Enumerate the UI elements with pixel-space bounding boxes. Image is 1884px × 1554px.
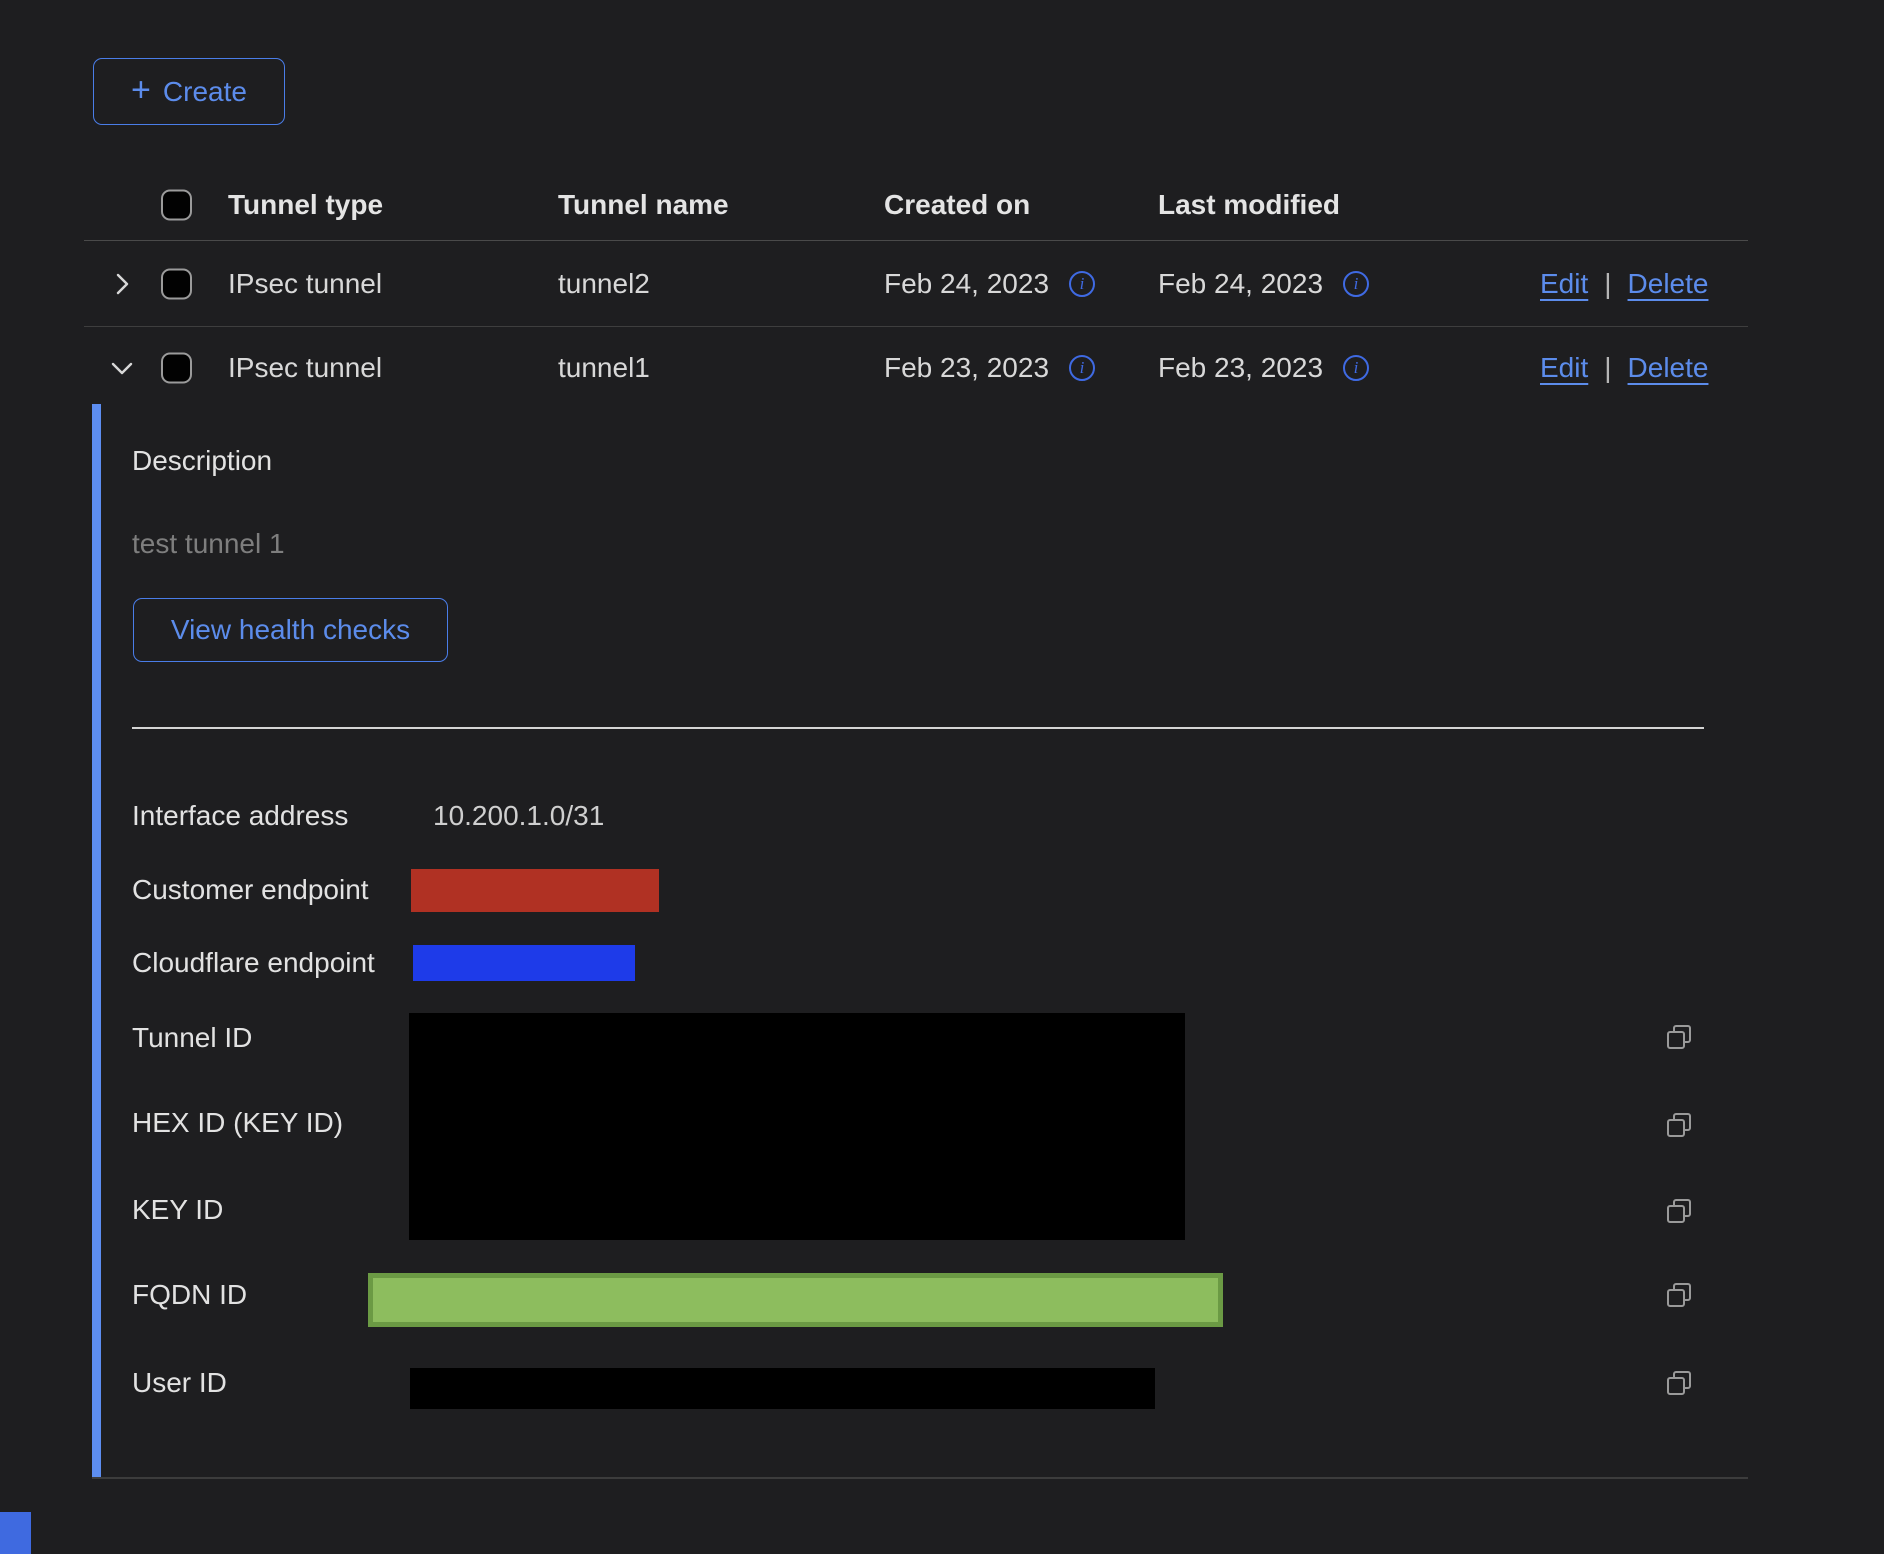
tunnel-name-cell: tunnel1	[558, 352, 650, 384]
select-all-checkbox[interactable]	[161, 190, 192, 221]
bottom-left-accent-bar	[0, 1512, 31, 1554]
edit-link[interactable]: Edit	[1540, 352, 1588, 384]
select-row-checkbox[interactable]	[161, 268, 192, 299]
tunnel-id-label: Tunnel ID	[132, 1021, 252, 1055]
info-icon[interactable]: i	[1343, 355, 1369, 381]
table-row: IPsec tunnel tunnel2 Feb 24, 2023 i Feb …	[84, 241, 1748, 327]
tunnel-name-cell: tunnel2	[558, 268, 650, 300]
expand-chevron-right-icon[interactable]	[108, 270, 136, 298]
edit-link[interactable]: Edit	[1540, 268, 1588, 300]
copy-icon[interactable]	[1664, 1368, 1696, 1400]
create-button[interactable]: + Create	[93, 58, 285, 125]
interface-address-value: 10.200.1.0/31	[433, 799, 604, 833]
cloudflare-endpoint-label: Cloudflare endpoint	[132, 946, 375, 980]
view-health-checks-button[interactable]: View health checks	[133, 598, 448, 662]
customer-endpoint-redacted-value	[411, 869, 659, 912]
created-on-cell: Feb 23, 2023	[884, 352, 1049, 384]
header-tunnel-name: Tunnel name	[558, 189, 729, 221]
delete-link[interactable]: Delete	[1628, 352, 1709, 384]
plus-icon: +	[131, 73, 151, 107]
customer-endpoint-label: Customer endpoint	[132, 873, 369, 907]
delete-link[interactable]: Delete	[1628, 268, 1709, 300]
action-separator: |	[1604, 268, 1611, 300]
action-separator: |	[1604, 352, 1611, 384]
header-created-on: Created on	[884, 189, 1030, 221]
copy-icon[interactable]	[1664, 1280, 1696, 1312]
interface-address-label: Interface address	[132, 799, 348, 833]
description-value: test tunnel 1	[132, 527, 285, 561]
created-on-cell: Feb 24, 2023	[884, 268, 1049, 300]
expanded-row-bottom-divider	[92, 1477, 1748, 1479]
description-label: Description	[132, 444, 272, 478]
collapse-chevron-down-icon[interactable]	[108, 354, 136, 382]
section-divider	[132, 727, 1704, 729]
user-id-label: User ID	[132, 1366, 227, 1400]
table-row: IPsec tunnel tunnel1 Feb 23, 2023 i Feb …	[84, 327, 1748, 409]
tunnels-table: Tunnel type Tunnel name Created on Last …	[84, 170, 1748, 409]
header-tunnel-type: Tunnel type	[228, 189, 383, 221]
last-modified-cell: Feb 24, 2023	[1158, 268, 1323, 300]
cloudflare-endpoint-redacted-value	[413, 945, 635, 981]
id-values-redacted-block	[409, 1013, 1185, 1240]
copy-icon[interactable]	[1664, 1196, 1696, 1228]
tunnel-type-cell: IPsec tunnel	[228, 352, 382, 384]
fqdn-id-label: FQDN ID	[132, 1278, 247, 1312]
copy-icon[interactable]	[1664, 1110, 1696, 1142]
expanded-row-accent-bar	[92, 404, 101, 1478]
info-icon[interactable]: i	[1069, 271, 1095, 297]
last-modified-cell: Feb 23, 2023	[1158, 352, 1323, 384]
select-row-checkbox[interactable]	[161, 353, 192, 384]
user-id-redacted-value	[410, 1368, 1155, 1409]
header-last-modified: Last modified	[1158, 189, 1340, 221]
create-button-label: Create	[163, 76, 247, 108]
hex-id-label: HEX ID (KEY ID)	[132, 1106, 343, 1140]
copy-icon[interactable]	[1664, 1022, 1696, 1054]
fqdn-id-redacted-value	[368, 1273, 1223, 1327]
info-icon[interactable]: i	[1343, 271, 1369, 297]
tunnel-type-cell: IPsec tunnel	[228, 268, 382, 300]
key-id-label: KEY ID	[132, 1193, 223, 1227]
table-header-row: Tunnel type Tunnel name Created on Last …	[84, 170, 1748, 241]
info-icon[interactable]: i	[1069, 355, 1095, 381]
